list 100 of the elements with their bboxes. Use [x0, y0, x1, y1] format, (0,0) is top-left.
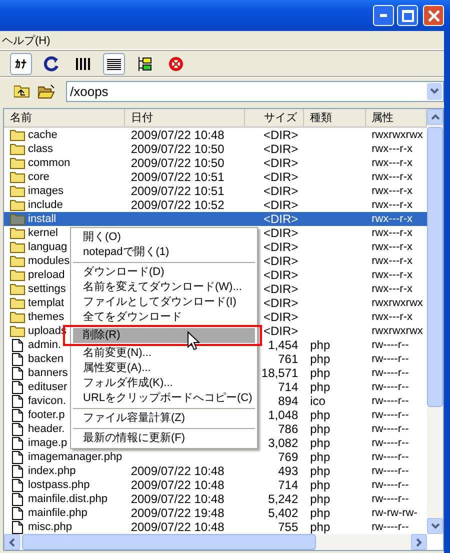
file-name: settings [28, 282, 66, 296]
open-folder-icon[interactable] [36, 82, 56, 100]
cursor-icon [187, 331, 200, 351]
menu-item[interactable]: 開く(O) [73, 230, 256, 245]
close-button[interactable] [423, 5, 444, 26]
file-icon [10, 436, 25, 450]
column-header[interactable]: 名前 [4, 109, 125, 126]
type-text: php [310, 478, 330, 492]
type-text: ico [310, 394, 326, 408]
details-button[interactable] [103, 53, 125, 75]
menu-item[interactable]: ファイル容量計算(Z) [73, 411, 256, 426]
file-icon [10, 478, 25, 492]
size-text: 3,082 [268, 436, 298, 450]
vertical-scrollbar[interactable] [427, 109, 443, 534]
maximize-button[interactable] [397, 5, 418, 26]
date-text: 2009/07/22 19:48 [130, 506, 224, 520]
file-icon [10, 506, 25, 520]
scroll-right-button[interactable] [411, 534, 427, 550]
type-text: php [310, 408, 330, 422]
minimize-button[interactable] [373, 5, 394, 26]
menu-item[interactable]: フォルダ作成(K)... [73, 376, 256, 391]
menu-item[interactable]: 全てをダウンロード [73, 310, 256, 325]
menu-item[interactable]: ダウンロード(D) [73, 265, 256, 280]
date-text: 2009/07/22 10:48 [130, 520, 224, 534]
attribute-text: rwxrwxrwx [372, 324, 423, 338]
size-text: 894 [278, 394, 298, 408]
file-name: footer.p [28, 408, 65, 422]
folder-icon [10, 297, 25, 309]
size-text: 786 [278, 422, 298, 436]
attribute-text: rw----r-- [372, 380, 409, 394]
size-text: <DIR> [263, 310, 298, 324]
date-text: 2009/07/22 10:52 [130, 198, 224, 212]
file-icon [10, 520, 25, 534]
attribute-text: rwx---r-x [372, 142, 412, 156]
size-text: <DIR> [263, 198, 298, 212]
menu-item[interactable]: 名前変更(N)... [73, 346, 256, 361]
path-field[interactable]: /xoops [66, 80, 444, 102]
attribute-text: rw----r-- [372, 436, 409, 450]
close-icon [428, 10, 440, 22]
menu-item[interactable]: 最新の情報に更新(F) [73, 431, 256, 446]
attribute-text: rwx---r-x [372, 170, 412, 184]
date-text: 2009/07/22 10:51 [130, 170, 224, 184]
maximize-icon [402, 10, 414, 22]
file-icon [10, 380, 25, 394]
scroll-up-button[interactable] [427, 109, 443, 125]
file-name: include [28, 198, 63, 212]
attribute-text: rwx---r-x [372, 156, 412, 170]
file-name: modules [28, 254, 70, 268]
folder-icon [10, 311, 25, 323]
dropdown-button[interactable] [427, 82, 442, 100]
size-text: 493 [278, 464, 298, 478]
menu-item[interactable]: 属性変更(A)... [73, 361, 256, 376]
selected-row[interactable]: install <DIR> rwx---r-x [4, 212, 427, 226]
size-text: <DIR> [263, 170, 298, 184]
file-name: lostpass.php [28, 478, 90, 492]
file-name: backen [28, 352, 64, 366]
size-text: <DIR> [263, 254, 298, 268]
column-header[interactable]: 種類 [304, 109, 366, 126]
kana-button[interactable]: ｶﾅ [10, 53, 32, 75]
column-header[interactable]: 日付 [124, 109, 245, 126]
folder-icon [10, 241, 25, 253]
attribute-text: rwx---r-x [372, 310, 412, 324]
menu-item[interactable]: ファイルとしてダウンロード(I) [73, 295, 256, 310]
attribute-text: rwx---r-x [372, 212, 412, 226]
column-header[interactable]: サイズ [244, 109, 304, 126]
file-icon [10, 464, 25, 478]
folder-icon [10, 255, 25, 267]
scroll-thumb[interactable] [22, 534, 316, 550]
attribute-text: rwx---r-x [372, 198, 412, 212]
size-text: <DIR> [263, 212, 298, 226]
file-name: imagemanager.php [28, 450, 122, 464]
size-text: <DIR> [263, 296, 298, 310]
file-name: mainfile.php [28, 506, 88, 520]
size-text: <DIR> [263, 226, 298, 240]
file-icon [10, 422, 25, 436]
type-text: php [310, 492, 330, 506]
attribute-text: rw-rw-rw- [372, 506, 418, 520]
minimize-icon [380, 14, 387, 17]
file-name: core [28, 170, 50, 184]
size-text: 5,242 [268, 492, 298, 506]
size-text: <DIR> [263, 156, 298, 170]
size-text: 769 [278, 450, 298, 464]
scroll-thumb[interactable] [427, 127, 443, 407]
list-view-icon [76, 57, 90, 71]
scroll-left-button[interactable] [4, 534, 20, 550]
menu-item[interactable]: 削除(R) [73, 328, 256, 343]
date-text: 2009/07/22 10:50 [130, 142, 224, 156]
attribute-text: rw----r-- [372, 450, 409, 464]
menu-item[interactable]: 名前を変えてダウンロード(W)... [73, 280, 256, 295]
menu-item[interactable]: ヘルプ(H) [0, 32, 52, 48]
file-name: templat [28, 296, 64, 310]
menu-item[interactable]: notepadで開く(1) [73, 245, 256, 260]
menu-item[interactable]: URLをクリップボードへコピー(C) [73, 391, 256, 406]
scroll-down-button[interactable] [427, 518, 443, 534]
attribute-text: rwxrwxrwx [372, 128, 423, 142]
file-name: header. [28, 422, 65, 436]
type-text: php [310, 380, 330, 394]
date-text: 2009/07/22 10:48 [130, 478, 224, 492]
file-name: favicon. [28, 394, 66, 408]
horizontal-scrollbar[interactable] [4, 534, 427, 550]
